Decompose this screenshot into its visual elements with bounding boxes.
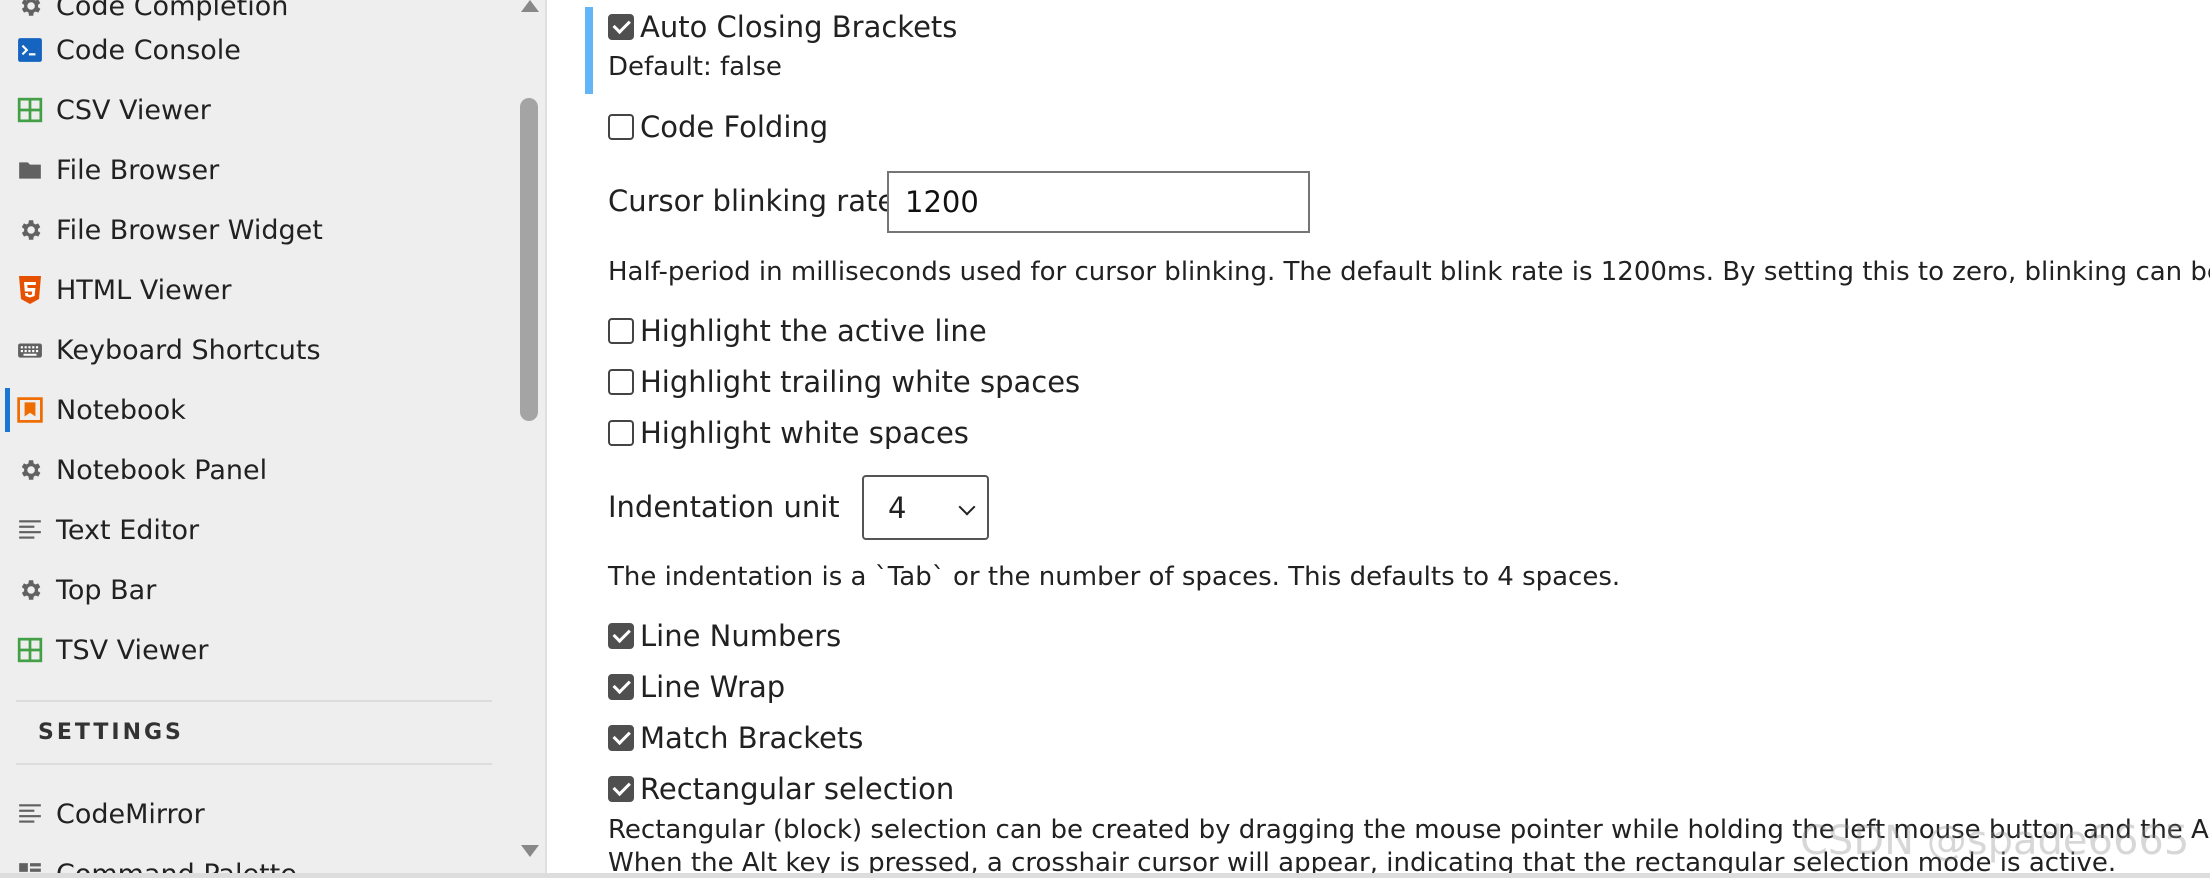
sidebar-item-code-console[interactable]: Code Console: [0, 22, 500, 78]
rectangular-selection-setting[interactable]: Rectangular selection: [608, 772, 954, 806]
bottom-border: [0, 873, 2210, 878]
sidebar-item-html-viewer[interactable]: HTML Viewer: [0, 262, 500, 318]
line-numbers-setting[interactable]: Line Numbers: [608, 619, 841, 653]
settings-section-heading: SETTINGS: [38, 720, 184, 745]
line-numbers-checkbox[interactable]: [608, 623, 634, 649]
highlight-white-spaces-setting[interactable]: Highlight white spaces: [608, 416, 969, 450]
keyboard-icon: [16, 336, 44, 364]
highlight-active-line-setting[interactable]: Highlight the active line: [608, 314, 987, 348]
sidebar-item-label: Top Bar: [56, 574, 157, 606]
cursor-blink-rate-description: Half-period in milliseconds used for cur…: [608, 257, 2210, 287]
sidebar-item-label: Notebook Panel: [56, 454, 268, 486]
notebook-icon: [16, 396, 44, 424]
highlight-active-line-checkbox[interactable]: [608, 318, 634, 344]
spreadsheet-icon: [16, 636, 44, 664]
match-brackets-label: Match Brackets: [640, 721, 864, 755]
highlight-white-spaces-checkbox[interactable]: [608, 420, 634, 446]
sidebar-item-notebook-panel[interactable]: Notebook Panel: [0, 442, 500, 498]
sidebar-item-label: Notebook: [56, 394, 186, 426]
settings-form: Auto Closing Brackets Default: false Cod…: [547, 0, 2210, 873]
code-folding-setting[interactable]: Code Folding: [608, 110, 828, 144]
watermark: CSDN @spade6665: [1800, 818, 2190, 864]
sidebar-item-csv-viewer[interactable]: CSV Viewer: [0, 82, 500, 138]
cursor-blink-rate-input[interactable]: 1200: [887, 171, 1310, 233]
text-lines-icon: [16, 516, 44, 544]
gear-icon: [16, 216, 44, 244]
text-lines-icon: [16, 800, 44, 828]
indentation-unit-select[interactable]: 4: [862, 475, 989, 540]
rectangular-selection-label: Rectangular selection: [640, 772, 955, 806]
sidebar-item-label: CodeMirror: [56, 798, 205, 830]
highlight-trailing-white-spaces-setting[interactable]: Highlight trailing white spaces: [608, 365, 1080, 399]
sidebar-item-tsv-viewer[interactable]: TSV Viewer: [0, 622, 500, 678]
settings-sidebar: Code Completion Code Console CSV Viewer …: [0, 0, 515, 873]
sidebar-item-label: File Browser Widget: [56, 214, 323, 246]
code-folding-checkbox[interactable]: [608, 114, 634, 140]
indentation-unit-description: The indentation is a `Tab` or the number…: [608, 562, 1621, 592]
auto-closing-brackets-setting[interactable]: Auto Closing Brackets: [608, 10, 957, 44]
sidebar-item-label: TSV Viewer: [56, 634, 209, 666]
gear-icon: [16, 0, 44, 20]
sidebar-item-label: Text Editor: [56, 514, 200, 546]
sidebar-item-label: Code Completion: [56, 0, 289, 22]
sidebar-item-notebook[interactable]: Notebook: [0, 382, 500, 438]
scrollbar-thumb[interactable]: [520, 98, 538, 421]
sidebar-item-label: Command Palette: [56, 859, 297, 874]
sidebar-item-label: Code Console: [56, 34, 241, 66]
auto-closing-brackets-checkbox[interactable]: [608, 14, 634, 40]
line-wrap-checkbox[interactable]: [608, 674, 634, 700]
sidebar-divider: [16, 700, 492, 702]
chevron-down-icon: [958, 498, 976, 516]
sidebar-item-label: HTML Viewer: [56, 274, 232, 306]
scroll-up-arrow-icon[interactable]: [521, 0, 539, 12]
indentation-unit-value: 4: [888, 490, 907, 525]
console-icon: [16, 36, 44, 64]
sidebar-scrollbar[interactable]: [515, 0, 545, 873]
sidebar-item-label: File Browser: [56, 154, 220, 186]
sidebar-item-codemirror[interactable]: CodeMirror: [0, 786, 500, 842]
match-brackets-checkbox[interactable]: [608, 725, 634, 751]
sidebar-item-text-editor[interactable]: Text Editor: [0, 502, 500, 558]
match-brackets-setting[interactable]: Match Brackets: [608, 721, 863, 755]
sidebar-item-file-browser[interactable]: File Browser: [0, 142, 500, 198]
html5-icon: [16, 276, 44, 304]
gear-icon: [16, 576, 44, 604]
sidebar-item-file-browser-widget[interactable]: File Browser Widget: [0, 202, 500, 258]
sidebar-item-top-bar[interactable]: Top Bar: [0, 562, 500, 618]
highlight-active-line-label: Highlight the active line: [640, 314, 987, 348]
line-numbers-label: Line Numbers: [640, 619, 842, 653]
folder-icon: [16, 156, 44, 184]
sidebar-item-label: Keyboard Shortcuts: [56, 334, 321, 366]
rectangular-selection-checkbox[interactable]: [608, 776, 634, 802]
highlight-white-spaces-label: Highlight white spaces: [640, 416, 969, 450]
sidebar-item-label: CSV Viewer: [56, 94, 211, 126]
highlight-trailing-white-spaces-checkbox[interactable]: [608, 369, 634, 395]
palette-icon: [16, 860, 44, 873]
sidebar-item-command-palette[interactable]: Command Palette: [0, 846, 500, 873]
line-wrap-label: Line Wrap: [640, 670, 786, 704]
sidebar-item-keyboard-shortcuts[interactable]: Keyboard Shortcuts: [0, 322, 500, 378]
cursor-blink-rate-label: Cursor blinking rate: [608, 184, 896, 218]
auto-closing-brackets-default: Default: false: [608, 52, 782, 82]
code-folding-label: Code Folding: [640, 110, 829, 144]
highlight-trailing-white-spaces-label: Highlight trailing white spaces: [640, 365, 1081, 399]
modified-indicator: [585, 7, 593, 94]
spreadsheet-icon: [16, 96, 44, 124]
sidebar-divider: [16, 763, 492, 765]
gear-icon: [16, 456, 44, 484]
scroll-down-arrow-icon[interactable]: [521, 845, 539, 857]
settings-editor-window: Code Completion Code Console CSV Viewer …: [0, 0, 2210, 878]
line-wrap-setting[interactable]: Line Wrap: [608, 670, 785, 704]
auto-closing-brackets-label: Auto Closing Brackets: [640, 10, 958, 44]
indentation-unit-label: Indentation unit: [608, 490, 840, 524]
